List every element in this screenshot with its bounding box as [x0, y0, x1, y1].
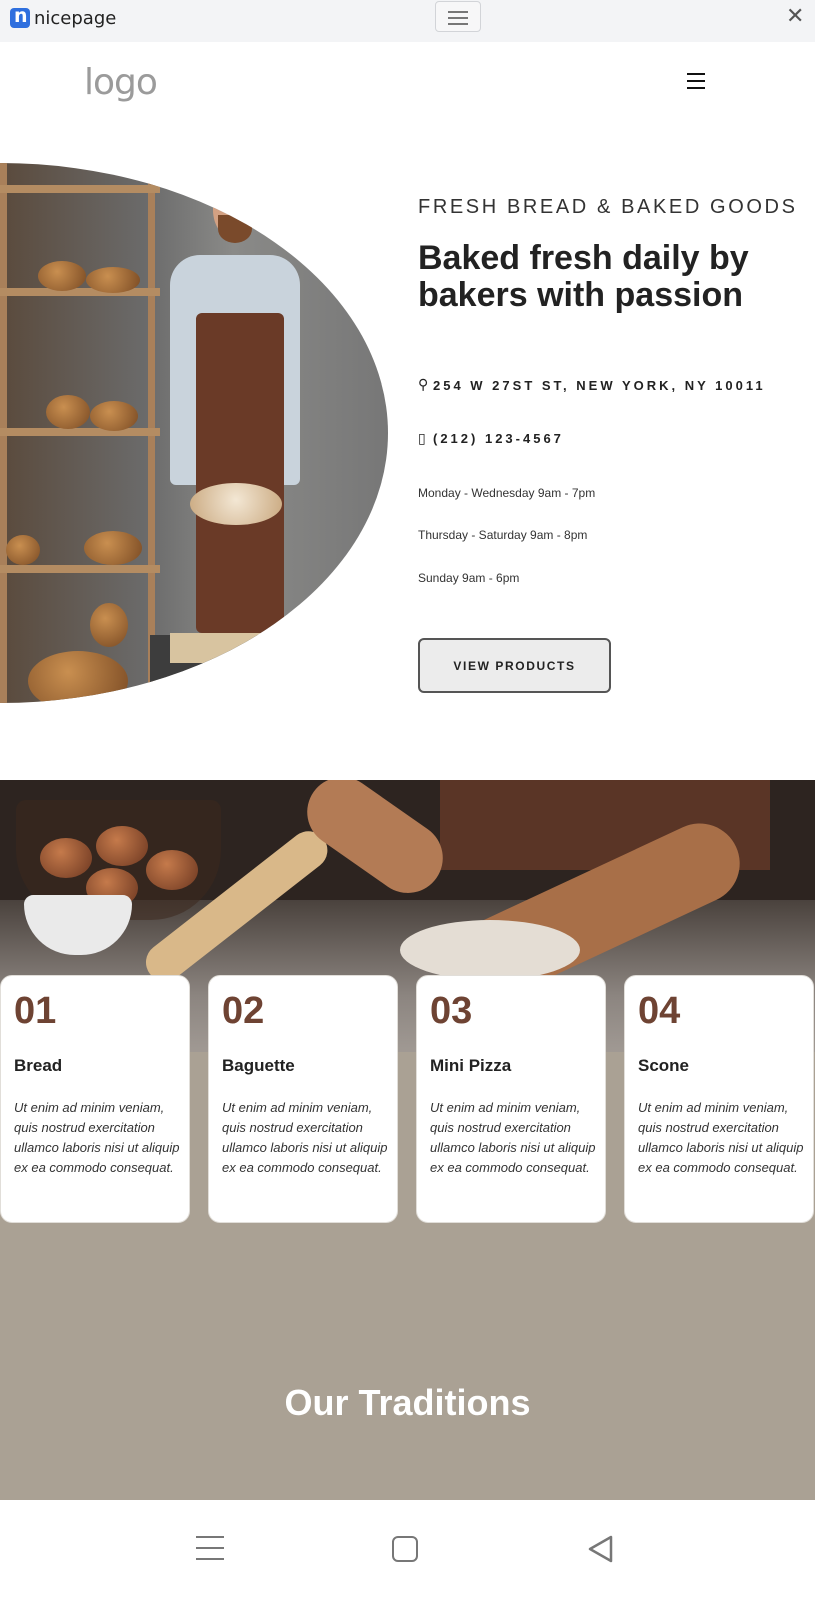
product-card-baguette[interactable]: 02 Baguette Ut enim ad minim veniam, qui…	[208, 975, 398, 1223]
card-number: 03	[430, 990, 473, 1032]
back-triangle-icon[interactable]	[586, 1534, 616, 1564]
hero-title: Baked fresh daily by bakers with passion	[418, 239, 749, 314]
hours-thu-sat: Thursday - Saturday 9am - 8pm	[418, 528, 588, 542]
view-products-button[interactable]: VIEW PRODUCTS	[418, 638, 611, 693]
card-text: Ut enim ad minim veniam, quis nostrud ex…	[222, 1100, 388, 1175]
card-title: Baguette	[222, 1056, 295, 1075]
card-text: Ut enim ad minim veniam, quis nostrud ex…	[638, 1100, 804, 1175]
card-text: Ut enim ad minim veniam, quis nostrud ex…	[14, 1100, 180, 1175]
card-text: Ut enim ad minim veniam, quis nostrud ex…	[430, 1100, 596, 1175]
hamburger-icon[interactable]	[687, 73, 705, 89]
card-number: 04	[638, 990, 681, 1032]
hours-sunday: Sunday 9am - 6pm	[418, 571, 520, 585]
product-card-mini-pizza[interactable]: 03 Mini Pizza Ut enim ad minim veniam, q…	[416, 975, 606, 1223]
product-card-bread[interactable]: 01 Bread Ut enim ad minim veniam, quis n…	[0, 975, 190, 1223]
address-line: ⚲ 254 W 27ST ST, NEW YORK, NY 10011	[418, 377, 798, 394]
hero-kicker: FRESH BREAD & BAKED GOODS	[418, 196, 798, 218]
close-icon[interactable]: ✕	[786, 4, 804, 29]
hours-mon-wed: Monday - Wednesday 9am - 7pm	[418, 486, 596, 500]
top-menu-button[interactable]	[435, 1, 481, 32]
card-title: Scone	[638, 1056, 690, 1075]
browser-top-bar: nicepage ✕	[0, 0, 815, 42]
home-square-icon[interactable]	[392, 1536, 418, 1562]
traditions-heading: Our Traditions	[284, 1382, 531, 1423]
phone-icon: ▯	[418, 431, 426, 447]
map-pin-icon: ⚲	[418, 377, 429, 393]
site-logo[interactable]: logo	[84, 62, 158, 103]
brand-name: nicepage	[34, 7, 117, 29]
address-text: 254 W 27ST ST, NEW YORK, NY 10011	[433, 378, 766, 393]
system-nav-bar	[0, 1500, 815, 1600]
baker-photo	[0, 163, 388, 703]
card-title: Mini Pizza	[430, 1056, 512, 1075]
menu-icon-line	[448, 17, 468, 19]
card-title: Bread	[14, 1056, 63, 1075]
product-card-scone[interactable]: 04 Scone Ut enim ad minim veniam, quis n…	[624, 975, 814, 1223]
nicepage-logo-icon	[10, 5, 30, 28]
card-number: 01	[14, 990, 57, 1032]
card-number: 02	[222, 990, 265, 1032]
menu-icon-line	[448, 23, 468, 25]
phone-text: (212) 123-4567	[433, 431, 564, 446]
phone-line: ▯ (212) 123-4567	[418, 431, 564, 447]
nicepage-brand[interactable]: nicepage	[10, 5, 117, 30]
menu-icon	[448, 11, 468, 13]
recent-apps-icon[interactable]	[196, 1534, 224, 1562]
